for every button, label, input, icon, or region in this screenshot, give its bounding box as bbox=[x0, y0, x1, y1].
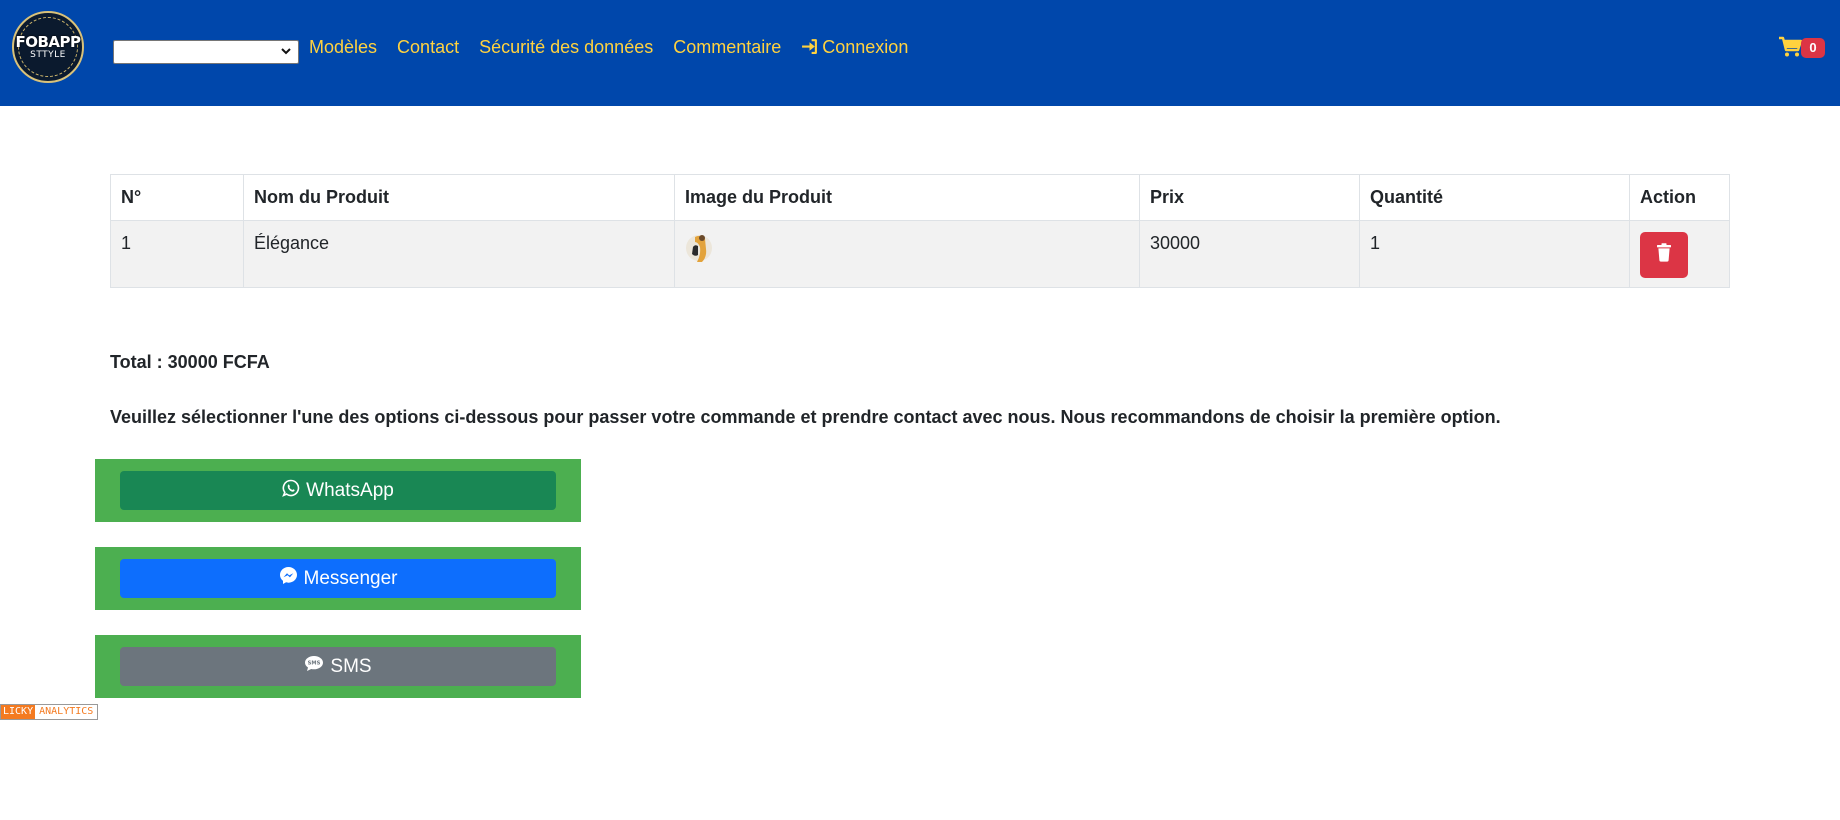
whatsapp-button[interactable]: WhatsApp bbox=[120, 471, 556, 510]
nav-link-commentaire[interactable]: Commentaire bbox=[673, 36, 781, 58]
nav-link-contact[interactable]: Contact bbox=[397, 36, 459, 58]
nav-link-securite[interactable]: Sécurité des données bbox=[479, 36, 653, 58]
col-header-action: Action bbox=[1629, 174, 1730, 221]
analytics-badge-part1: LICKY bbox=[1, 705, 36, 719]
analytics-badge-part2: ANALYTICS bbox=[35, 705, 98, 719]
cart-button[interactable]: 0 bbox=[1778, 34, 1826, 60]
cell-action bbox=[1629, 220, 1730, 288]
cell-number: 1 bbox=[110, 220, 244, 288]
messenger-button[interactable]: Messenger bbox=[120, 559, 556, 598]
option-box-sms: SMS SMS bbox=[95, 635, 581, 698]
col-header-number: N° bbox=[110, 174, 244, 221]
messenger-label: Messenger bbox=[303, 567, 398, 589]
whatsapp-label: WhatsApp bbox=[306, 479, 394, 501]
cell-price: 30000 bbox=[1139, 220, 1360, 288]
brand-logo[interactable]: FOBAPP STTYLE bbox=[12, 11, 84, 83]
shopping-cart-icon bbox=[1778, 36, 1803, 63]
navbar: FOBAPP STTYLE Modèles Contact Sécurité d… bbox=[0, 0, 1840, 106]
nav-link-connexion[interactable]: Connexion bbox=[801, 36, 908, 58]
delete-item-button[interactable] bbox=[1640, 232, 1688, 278]
analytics-badge[interactable]: LICKY ANALYTICS bbox=[0, 704, 99, 720]
product-thumbnail[interactable] bbox=[685, 231, 713, 265]
messenger-icon bbox=[279, 566, 298, 591]
table-header-row: N° Nom du Produit Image du Produit Prix … bbox=[110, 174, 1730, 221]
language-select[interactable] bbox=[113, 40, 299, 64]
option-box-messenger: Messenger bbox=[95, 547, 581, 610]
cart-count-badge: 0 bbox=[1801, 38, 1825, 58]
cart-table: N° Nom du Produit Image du Produit Prix … bbox=[110, 174, 1730, 288]
order-total: Total : 30000 FCFA bbox=[110, 352, 270, 372]
table-row: 1 Élégance 30000 1 bbox=[110, 220, 1730, 288]
col-header-price: Prix bbox=[1139, 174, 1360, 221]
cell-quantity: 1 bbox=[1359, 220, 1630, 288]
sms-button[interactable]: SMS SMS bbox=[120, 647, 556, 686]
nav-link-modeles[interactable]: Modèles bbox=[309, 36, 377, 58]
sign-in-icon bbox=[801, 38, 818, 60]
sms-icon: SMS bbox=[304, 655, 324, 678]
cell-product-name: Élégance bbox=[243, 220, 675, 288]
connexion-label: Connexion bbox=[822, 37, 909, 57]
whatsapp-icon bbox=[282, 479, 300, 503]
option-box-whatsapp: WhatsApp bbox=[95, 459, 581, 522]
logo-text-line1: FOBAPP bbox=[15, 33, 81, 51]
nav-links: Modèles Contact Sécurité des données Com… bbox=[309, 36, 928, 58]
col-header-name: Nom du Produit bbox=[243, 174, 675, 221]
logo-text-line2: STTYLE bbox=[30, 50, 66, 60]
col-header-quantity: Quantité bbox=[1359, 174, 1630, 221]
cell-product-image bbox=[674, 220, 1140, 288]
svg-text:SMS: SMS bbox=[308, 661, 321, 667]
order-instructions: Veuillez sélectionner l'une des options … bbox=[110, 407, 1501, 427]
sms-label: SMS bbox=[330, 655, 372, 677]
chevron-down-icon bbox=[280, 44, 292, 61]
col-header-image: Image du Produit bbox=[674, 174, 1140, 221]
trash-icon bbox=[1656, 243, 1672, 267]
